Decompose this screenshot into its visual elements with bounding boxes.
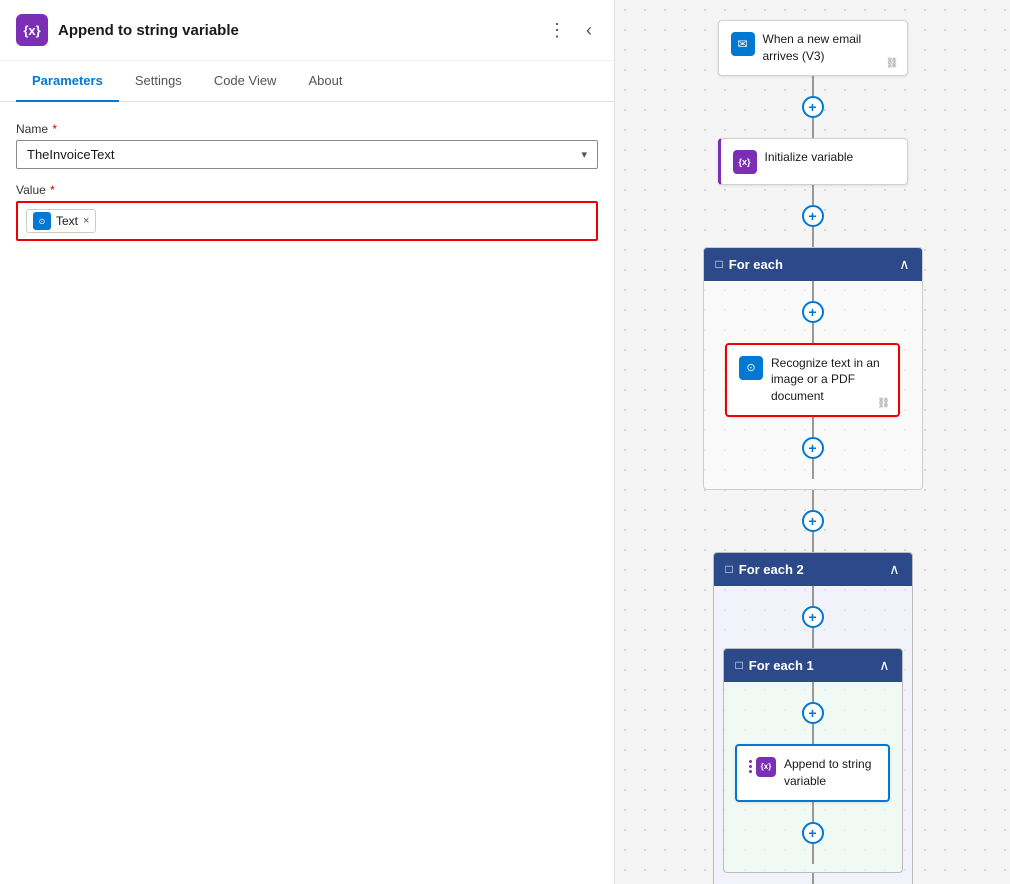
panel-header: {x} Append to string variable ⋮ ‹	[0, 0, 614, 61]
connector-line	[812, 227, 814, 247]
init-variable-text: Initialize variable	[765, 149, 895, 166]
connector-line	[812, 417, 814, 437]
chevron-down-icon: ▾	[581, 148, 587, 161]
connector-line	[812, 682, 814, 702]
name-field-group: Name * TheInvoiceText ▾	[16, 122, 598, 169]
panel-icon: {x}	[16, 14, 48, 46]
connector-4: +	[802, 417, 824, 479]
foreach1-icon: □	[736, 658, 743, 672]
panel-header-actions: ⋮ ‹	[542, 18, 598, 43]
tab-code-view[interactable]: Code View	[198, 61, 293, 102]
add-step-button-4[interactable]: +	[802, 437, 824, 459]
foreach1-collapse-button[interactable]: ∧	[879, 657, 889, 674]
connector-line	[812, 802, 814, 822]
connector-3: +	[802, 281, 824, 343]
connector-line	[812, 844, 814, 864]
connector-line	[812, 724, 814, 744]
value-field-container[interactable]: ⊙ Text ×	[16, 201, 598, 241]
foreach-title: For each	[729, 257, 783, 272]
value-tag: ⊙ Text ×	[26, 209, 96, 233]
tab-settings[interactable]: Settings	[119, 61, 198, 102]
connector-9: +	[802, 873, 824, 884]
panel-title: Append to string variable	[58, 22, 532, 39]
foreach-header-left: □ For each	[716, 257, 783, 272]
append-node-left: {x}	[749, 756, 776, 777]
foreach-container: □ For each ∧ + ⊙ Recognize text in an im…	[703, 247, 923, 490]
foreach1-header-left: □ For each 1	[736, 658, 814, 673]
more-options-button[interactable]: ⋮	[542, 18, 572, 43]
connector-line	[812, 586, 814, 606]
email-node-text: When a new email arrives (V3)	[763, 31, 895, 65]
flow-nodes: ✉ When a new email arrives (V3) ⛓ + {x} …	[615, 20, 1010, 884]
foreach2-icon: □	[726, 562, 733, 576]
close-panel-button[interactable]: ‹	[580, 18, 598, 43]
connector-7: +	[802, 682, 824, 744]
link-icon: ⛓	[886, 58, 899, 69]
connector-line	[812, 185, 814, 205]
connector-line	[812, 323, 814, 343]
foreach2-container: □ For each 2 ∧ + □ For each 1 ∧	[713, 552, 913, 884]
foreach1-container: □ For each 1 ∧ +	[723, 648, 903, 873]
connector-6: +	[802, 586, 824, 648]
foreach2-collapse-button[interactable]: ∧	[889, 561, 899, 578]
add-step-button-2[interactable]: +	[802, 205, 824, 227]
foreach-collapse-button[interactable]: ∧	[899, 256, 909, 273]
foreach-header: □ For each ∧	[704, 248, 922, 281]
name-dropdown[interactable]: TheInvoiceText ▾	[16, 140, 598, 169]
connector-line	[812, 76, 814, 96]
connector-line	[812, 628, 814, 648]
value-tag-text: Text	[56, 214, 78, 228]
name-value: TheInvoiceText	[27, 147, 114, 162]
add-step-button-1[interactable]: +	[802, 96, 824, 118]
foreach2-title: For each 2	[739, 562, 804, 577]
foreach2-header-left: □ For each 2	[726, 562, 804, 577]
tab-about[interactable]: About	[292, 61, 358, 102]
foreach2-header: □ For each 2 ∧	[714, 553, 912, 586]
connector-line	[812, 532, 814, 552]
value-label: Value *	[16, 183, 598, 197]
recognize-text-label: Recognize text in an image or a PDF docu…	[771, 355, 886, 405]
flow-canvas: ✉ When a new email arrives (V3) ⛓ + {x} …	[615, 0, 1010, 884]
name-label: Name *	[16, 122, 598, 136]
add-step-button-6[interactable]: +	[802, 606, 824, 628]
connector-2: +	[802, 185, 824, 247]
value-tag-close-button[interactable]: ×	[83, 215, 89, 227]
email-icon: ✉	[731, 32, 755, 56]
append-node-label: Append to string variable	[784, 756, 876, 790]
connector-line	[812, 490, 814, 510]
email-trigger-node[interactable]: ✉ When a new email arrives (V3) ⛓	[718, 20, 908, 76]
recognize-text-node[interactable]: ⊙ Recognize text in an image or a PDF do…	[725, 343, 900, 417]
foreach1-header: □ For each 1 ∧	[724, 649, 902, 682]
connector-line	[812, 873, 814, 884]
connector-1: +	[802, 76, 824, 138]
add-step-button-8[interactable]: +	[802, 822, 824, 844]
tabs-bar: Parameters Settings Code View About	[0, 61, 614, 102]
connector-8: +	[802, 802, 824, 864]
append-string-node[interactable]: {x} Append to string variable	[735, 744, 890, 802]
panel-body: Name * TheInvoiceText ▾ Value * ⊙ Text ×	[0, 102, 614, 261]
connector-line	[812, 281, 814, 301]
recognize-icon: ⊙	[739, 356, 763, 380]
connector-line	[812, 459, 814, 479]
connector-line	[812, 118, 814, 138]
append-icon: {x}	[756, 757, 776, 777]
left-panel: {x} Append to string variable ⋮ ‹ Parame…	[0, 0, 615, 884]
value-field-group: Value * ⊙ Text ×	[16, 183, 598, 241]
tab-parameters[interactable]: Parameters	[16, 61, 119, 102]
link-icon-2: ⛓	[877, 398, 890, 409]
foreach1-title: For each 1	[749, 658, 814, 673]
variable-icon: {x}	[733, 150, 757, 174]
value-tag-icon: ⊙	[33, 212, 51, 230]
panel-icon-text: {x}	[23, 23, 40, 38]
foreach-icon: □	[716, 257, 723, 271]
add-step-button-7[interactable]: +	[802, 702, 824, 724]
add-step-button-3[interactable]: +	[802, 301, 824, 323]
drag-handle	[749, 760, 752, 773]
connector-5: +	[802, 490, 824, 552]
init-variable-node[interactable]: {x} Initialize variable	[718, 138, 908, 185]
add-step-button-5[interactable]: +	[802, 510, 824, 532]
